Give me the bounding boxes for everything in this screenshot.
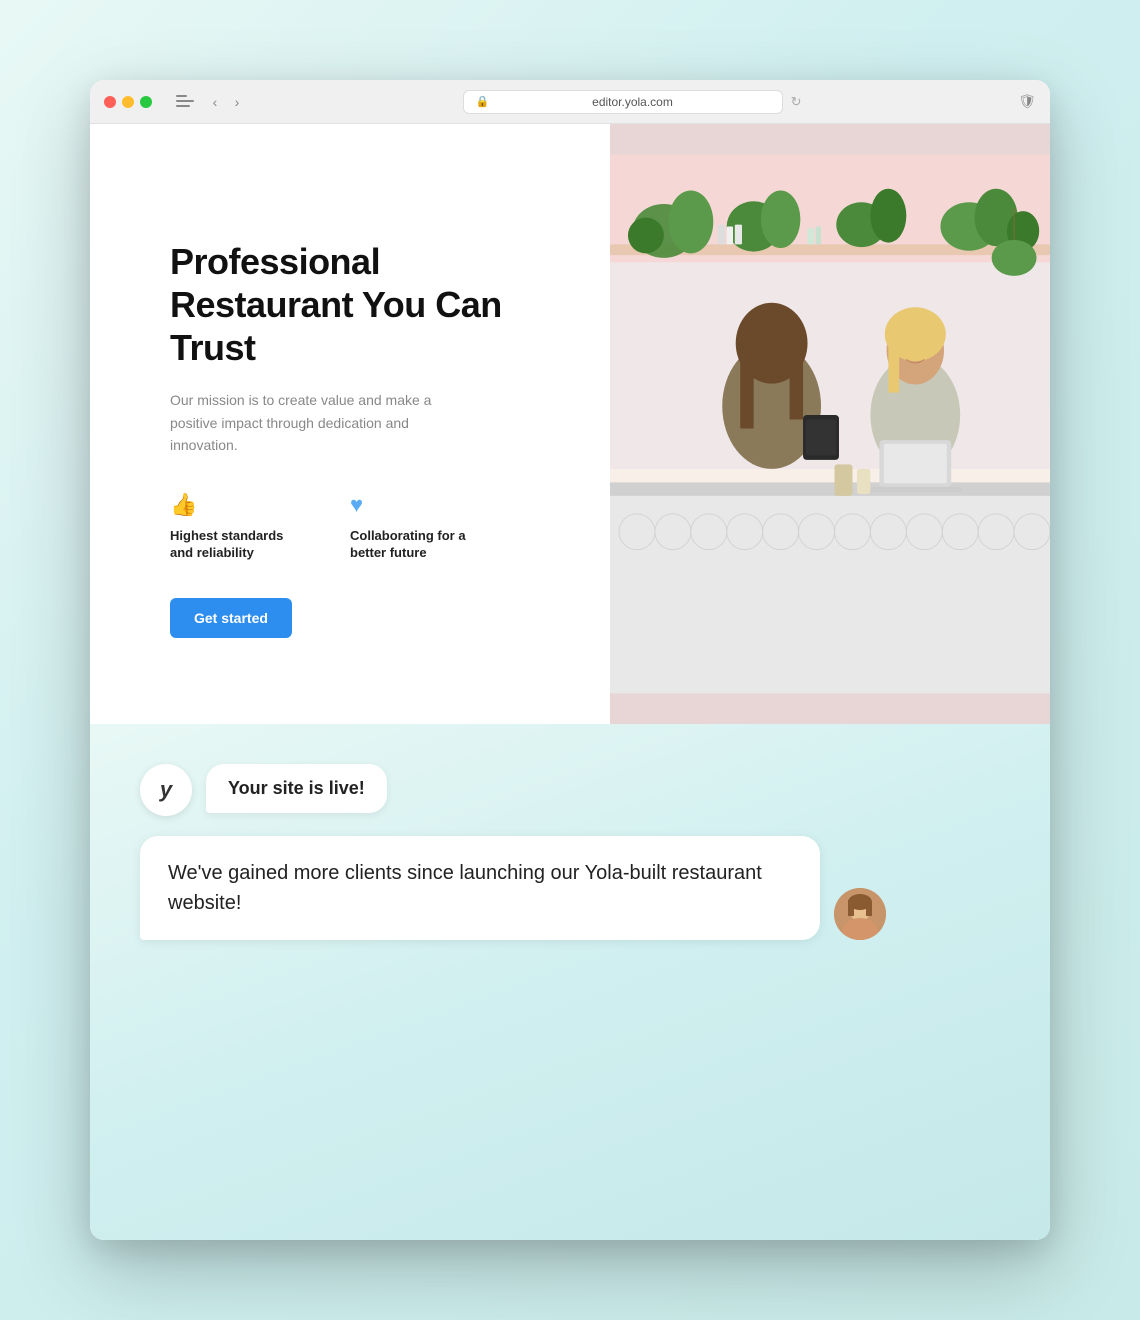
heart-icon: ♥: [350, 492, 490, 518]
feature-standards-label: Highest standards and reliability: [170, 528, 310, 562]
address-bar: 🔒 editor.yola.com: [463, 90, 783, 114]
website-section: Professional Restaurant You Can Trust Ou…: [90, 124, 1050, 724]
yola-avatar: y: [140, 764, 192, 816]
chat-section: y Your site is live! We've gained more c…: [90, 724, 1050, 1240]
website-left-panel: Professional Restaurant You Can Trust Ou…: [90, 124, 610, 724]
lock-icon: 🔒: [476, 95, 490, 108]
website-right-panel: [610, 124, 1050, 724]
hero-subtitle: Our mission is to create value and make …: [170, 389, 450, 456]
user-avatar-image: [834, 888, 886, 940]
chat-bubble-received: Your site is live!: [206, 764, 387, 813]
title-bar: ‹ › 🔒 editor.yola.com ↻ 🛡: [90, 80, 1050, 124]
sidebar-toggle[interactable]: [176, 95, 194, 109]
security-icon: 🛡: [1018, 93, 1036, 110]
features-row: 👍 Highest standards and reliability ♥ Co…: [170, 492, 560, 562]
restaurant-illustration: [610, 124, 1050, 724]
feature-collaborating-label: Collaborating for a better future: [350, 528, 490, 562]
close-button[interactable]: [104, 96, 116, 108]
browser-controls: ‹ ›: [176, 93, 246, 111]
chat-message-sent: We've gained more clients since launchin…: [140, 836, 1000, 940]
restaurant-scene: [610, 124, 1050, 724]
window-content: Professional Restaurant You Can Trust Ou…: [90, 124, 1050, 1240]
feature-standards: 👍 Highest standards and reliability: [170, 492, 310, 562]
address-bar-container: 🔒 editor.yola.com ↻: [254, 90, 1010, 114]
chat-bubble-sent: We've gained more clients since launchin…: [140, 836, 820, 940]
refresh-button[interactable]: ↻: [791, 94, 802, 110]
back-button[interactable]: ‹: [206, 93, 224, 111]
nav-arrows: ‹ ›: [206, 93, 246, 111]
chat-message-received: y Your site is live!: [140, 764, 1000, 816]
fullscreen-button[interactable]: [140, 96, 152, 108]
forward-button[interactable]: ›: [228, 93, 246, 111]
get-started-button[interactable]: Get started: [170, 598, 292, 638]
traffic-lights: [104, 96, 152, 108]
yola-letter: y: [160, 777, 172, 803]
url-text[interactable]: editor.yola.com: [495, 95, 769, 109]
thumbs-up-icon: 👍: [170, 492, 310, 518]
minimize-button[interactable]: [122, 96, 134, 108]
feature-collaborating: ♥ Collaborating for a better future: [350, 492, 490, 562]
mac-window: ‹ › 🔒 editor.yola.com ↻ 🛡 Professional R…: [90, 80, 1050, 1240]
hero-title: Professional Restaurant You Can Trust: [170, 240, 560, 370]
user-avatar: [834, 888, 886, 940]
